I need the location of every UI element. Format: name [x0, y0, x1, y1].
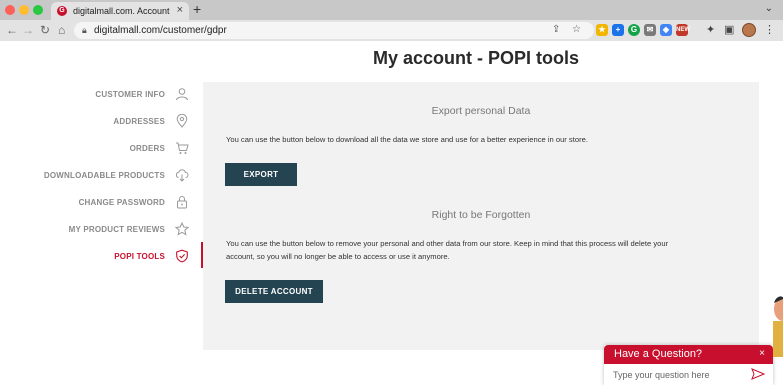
export-section-title: Export personal Data: [431, 105, 531, 117]
sidebar-item-label: ADDRESSES: [113, 117, 165, 126]
extension-star-icon[interactable]: ★: [596, 24, 608, 36]
export-description: You can use the button below to download…: [226, 135, 588, 144]
sidebar-item-label: ORDERS: [129, 144, 165, 153]
menu-kebab-icon[interactable]: ⋮: [764, 23, 775, 36]
cloud-download-icon: [175, 169, 189, 182]
send-icon[interactable]: [751, 368, 765, 380]
popi-tools-panel: Export personal Data You can use the but…: [203, 82, 759, 350]
tab-search-chevron-icon[interactable]: ⌄: [765, 3, 773, 14]
window-zoom-button[interactable]: [33, 5, 43, 15]
address-bar[interactable]: 🔒︎ digitalmall.com/customer/gdpr ⇪ ☆: [74, 22, 594, 39]
window-close-button[interactable]: [5, 5, 15, 15]
sidebar-item-label: DOWNLOADABLE PRODUCTS: [43, 171, 165, 180]
sidebar-item-change-password[interactable]: CHANGE PASSWORD: [40, 195, 193, 211]
tab-title: digitalmall.com. Account: [73, 6, 170, 16]
page-title: My account - POPI tools: [373, 48, 580, 68]
extension-tag-icon[interactable]: ◆: [660, 24, 672, 36]
browser-toolbar: ← → ↻ ⌂ 🔒︎ digitalmall.com/customer/gdpr…: [0, 20, 783, 41]
forget-description-line2: account, so you will no longer be able t…: [226, 252, 450, 261]
shield-check-icon: [176, 249, 188, 263]
delete-account-button[interactable]: DELETE ACCOUNT: [225, 280, 323, 303]
bookmark-star-icon[interactable]: ☆: [572, 24, 581, 35]
tab-close-icon[interactable]: ×: [177, 4, 183, 16]
browser-tab-bar: G digitalmall.com. Account × + ⌄: [0, 0, 783, 20]
new-tab-icon[interactable]: +: [193, 1, 201, 17]
forward-arrow-icon[interactable]: →: [22, 23, 34, 37]
mascot-figure: [773, 296, 783, 357]
sidebar-item-addresses[interactable]: ADDRESSES: [40, 114, 193, 130]
site-favicon-icon: G: [57, 6, 67, 16]
star-icon: [175, 222, 189, 236]
sidebar-item-label: MY PRODUCT REVIEWS: [68, 225, 165, 234]
map-pin-icon: [176, 114, 188, 128]
home-icon[interactable]: ⌂: [58, 23, 65, 37]
lock-icon[interactable]: 🔒︎: [82, 25, 87, 36]
browser-tab[interactable]: G digitalmall.com. Account ×: [51, 2, 189, 20]
person-icon: [176, 88, 188, 101]
sidebar-item-label: CUSTOMER INFO: [95, 90, 165, 99]
grammarly-icon[interactable]: G: [628, 24, 640, 36]
profile-avatar[interactable]: [742, 23, 756, 37]
extension-badge-icon[interactable]: NEW: [676, 24, 690, 36]
sidebar-item-customer-info[interactable]: CUSTOMER INFO: [40, 87, 193, 103]
sidebar-item-label: POPI TOOLS: [114, 252, 165, 261]
sidebar-item-downloadable-products[interactable]: DOWNLOADABLE PRODUCTS: [40, 168, 193, 184]
reload-icon[interactable]: ↻: [40, 23, 50, 37]
cart-icon: [176, 142, 189, 154]
sidebar-item-label: CHANGE PASSWORD: [78, 198, 165, 207]
chat-close-icon[interactable]: ×: [759, 348, 765, 359]
extension-mail-icon[interactable]: ✉: [644, 24, 656, 36]
chat-widget: Have a Question? ×: [604, 345, 773, 385]
chat-question-input[interactable]: [607, 366, 745, 383]
forget-description-line1: You can use the button below to remove y…: [226, 239, 669, 248]
address-bar-url[interactable]: digitalmall.com/customer/gdpr: [94, 25, 227, 36]
padlock-icon: [177, 196, 187, 209]
chat-header[interactable]: Have a Question? ×: [604, 345, 773, 364]
extensions-icon[interactable]: ✦: [706, 23, 715, 36]
sidebar-item-my-product-reviews[interactable]: MY PRODUCT REVIEWS: [40, 222, 193, 238]
forget-section-title: Right to be Forgotten: [431, 209, 531, 221]
back-arrow-icon[interactable]: ←: [6, 23, 18, 37]
sidebar-item-popi-tools[interactable]: POPI TOOLS: [40, 249, 193, 265]
sidebar-item-orders[interactable]: ORDERS: [40, 141, 193, 157]
window-minimize-button[interactable]: [19, 5, 29, 15]
share-icon[interactable]: ⇪: [552, 24, 560, 35]
extension-plus-icon[interactable]: +: [612, 24, 624, 36]
sidebar-icon[interactable]: ▣: [724, 23, 734, 36]
chat-title: Have a Question?: [614, 348, 703, 360]
export-button[interactable]: EXPORT: [225, 163, 297, 186]
